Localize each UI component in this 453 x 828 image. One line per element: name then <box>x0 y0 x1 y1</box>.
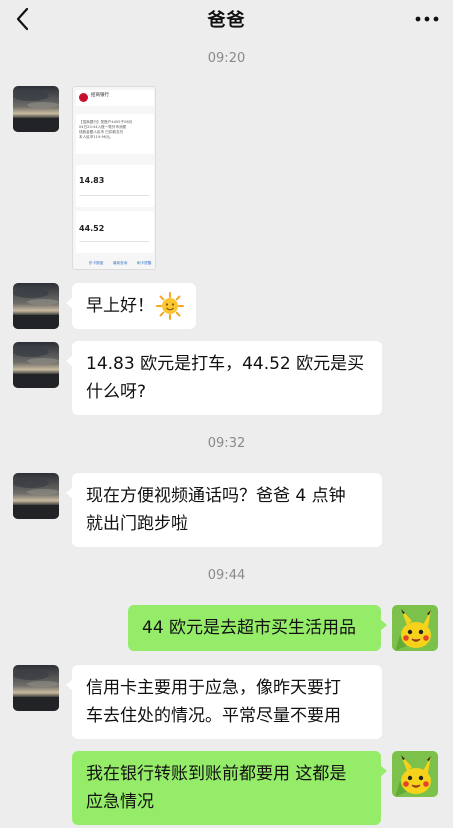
chat-title: 爸爸 <box>207 10 246 31</box>
message-text-line: 现在方便视频通话吗？爸爸 4 点钟 <box>86 486 346 506</box>
sunset-avatar-icon <box>13 283 59 329</box>
chevron-left-icon[interactable] <box>10 6 36 32</box>
sunset-avatar-icon <box>13 342 59 388</box>
screenshot-image-message[interactable]: 招商银行 【招商银行】您账户4455于08月 04日20:54入账一笔外币消费 … <box>72 86 156 270</box>
sunset-avatar-icon <box>13 473 59 519</box>
sunset-avatar-icon <box>13 86 59 132</box>
amount-2: 44.52 <box>79 224 105 233</box>
message-text-line: 14.83 欧元是打车，44.52 欧元是买 <box>86 354 365 374</box>
pikachu-avatar-icon <box>392 605 438 651</box>
message-bubble-outgoing[interactable]: 44 欧元是去超市买生活用品 <box>128 605 387 651</box>
avatar-self[interactable] <box>392 605 438 651</box>
sms-text-line: 钱款金额人民币 已扣款支付 <box>79 130 124 134</box>
timestamp: 09:32 <box>207 436 246 451</box>
nav-bar: 爸爸 <box>0 0 453 38</box>
divider <box>79 195 149 196</box>
bank-name: 招商银行 <box>91 93 109 98</box>
avatar-dad[interactable] <box>13 342 59 388</box>
message-text-line: 车去住处的情况。平常尽量不要用 <box>86 706 341 726</box>
pikachu-avatar-icon <box>392 751 438 797</box>
sms-text-line: 【招商银行】您账户4455于08月 <box>79 120 133 124</box>
message-text-line: 信用卡主要用于应急，像昨天要打 <box>86 678 341 698</box>
sms-text-line: 本人民币119.96元。 <box>79 135 114 139</box>
message-bubble-incoming[interactable]: 信用卡主要用于应急，像昨天要打 车去住处的情况。平常尽量不要用 <box>66 665 382 739</box>
amount-1: 14.83 <box>79 176 105 185</box>
message-text: 早上好！ <box>86 296 154 316</box>
message-bubble-incoming[interactable]: 早上好！ <box>66 283 196 329</box>
divider <box>79 241 149 242</box>
transaction-card-2: 44.52 <box>76 211 154 253</box>
bottom-link: 最新查询 <box>113 261 128 265</box>
avatar-dad[interactable] <box>13 473 59 519</box>
bank-logo-icon <box>79 93 88 102</box>
message-text-line: 什么呀? <box>86 382 147 402</box>
message-bubble-outgoing[interactable]: 我在银行转账到账前都要用 这都是 应急情况 <box>72 751 387 825</box>
bottom-link: 折卡额度 <box>89 261 104 265</box>
avatar-dad[interactable] <box>13 86 59 132</box>
message-bubble-incoming[interactable]: 现在方便视频通话吗？爸爸 4 点钟 就出门跑步啦 <box>66 473 382 547</box>
sms-text-line: 04日20:54入账一笔外币消费 <box>79 125 127 129</box>
message-text: 44 欧元是去超市买生活用品 <box>142 618 357 638</box>
message-text-line: 就出门跑步啦 <box>86 514 188 534</box>
message-text-line: 应急情况 <box>86 792 154 812</box>
sunset-avatar-icon <box>13 665 59 711</box>
transaction-card-1: 14.83 <box>76 165 154 207</box>
message-text-line: 我在银行转账到账前都要用 这都是 <box>86 764 347 784</box>
sms-text-card: 【招商银行】您账户4455于08月 04日20:54入账一笔外币消费 钱款金额人… <box>76 114 154 154</box>
timestamp: 09:20 <box>207 51 246 66</box>
avatar-self[interactable] <box>392 751 438 797</box>
bottom-link: 刷卡提醒 <box>137 261 152 265</box>
timestamp: 09:44 <box>207 568 246 583</box>
avatar-dad[interactable] <box>13 665 59 711</box>
ellipsis-icon[interactable] <box>413 7 441 31</box>
sms-header: 招商银行 <box>76 90 154 106</box>
message-bubble-incoming[interactable]: 14.83 欧元是打车，44.52 欧元是买 什么呀? <box>66 341 382 415</box>
avatar-dad[interactable] <box>13 283 59 329</box>
sun-face-icon <box>156 292 184 320</box>
